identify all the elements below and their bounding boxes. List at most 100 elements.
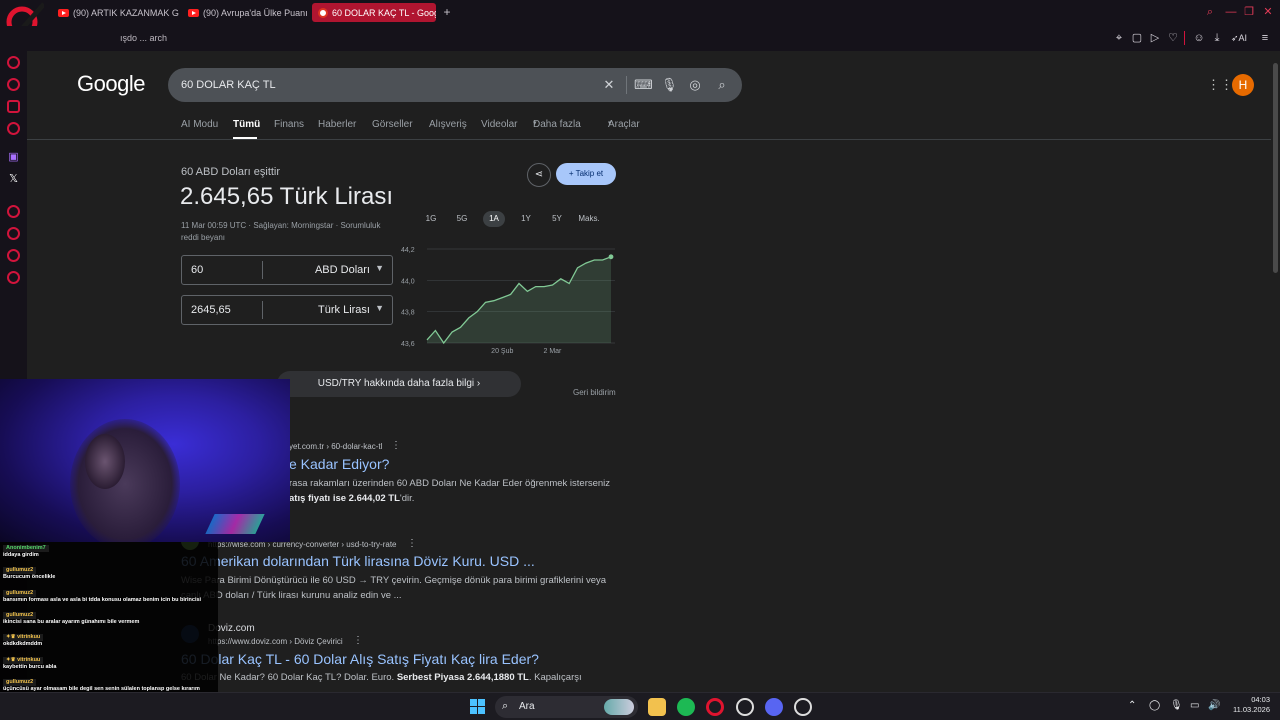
close-button[interactable]: ✕ (1261, 5, 1275, 19)
to-currency-field[interactable]: 2645,65 Türk Lirası ▼ (181, 295, 393, 325)
range-max[interactable]: Maks. (576, 211, 602, 227)
tab-images[interactable]: Görseller (372, 119, 413, 130)
result-1-title[interactable]: e Kadar Ediyor? (289, 456, 389, 472)
search-icon[interactable]: ⌕ (714, 77, 730, 93)
chat-username: gullumuz2 (3, 590, 37, 597)
microphone-icon[interactable]: 🎙 (661, 77, 678, 93)
taskbar-search[interactable]: ⌕ Ara (495, 696, 638, 718)
tab-videos[interactable]: Videolar (481, 119, 518, 130)
network-icon[interactable]: ▭ (1190, 700, 1199, 711)
chat-text: bansımın forması asla ve asla bi tdda ko… (3, 597, 202, 603)
history-icon[interactable] (7, 227, 20, 240)
result-3-url[interactable]: https://www.doviz.com › Döviz Çevirici (208, 637, 343, 646)
player-sidebar-icon[interactable] (7, 205, 20, 218)
tab-news[interactable]: Haberler (318, 119, 356, 130)
maximize-button[interactable]: ❐ (1242, 5, 1256, 19)
to-amount-input[interactable]: 2645,65 (191, 304, 231, 316)
more-info-label: USD/TRY hakkında daha fazla bilgi (317, 378, 475, 389)
google-logo[interactable]: Google (77, 71, 145, 97)
instagram-icon[interactable] (7, 100, 20, 113)
webcam-keyboard (205, 514, 265, 534)
tray-overflow-icon[interactable]: ⌃ (1128, 700, 1136, 711)
profile-icon[interactable]: ☺ (1192, 31, 1206, 45)
windows-start-icon[interactable] (470, 699, 485, 714)
youtube-icon (188, 8, 199, 17)
more-options-icon[interactable]: ⋮ (353, 635, 363, 646)
search-box[interactable]: 60 DOLAR KAÇ TL ✕ ⌨ 🎙 ◎ ⌕ (168, 68, 742, 102)
result-2-snippet-line-1: Wise Para Birimi Dönüştürücü ile 60 USD … (181, 575, 607, 586)
opera-tab-icon (318, 7, 328, 18)
range-1d[interactable]: 1G (421, 211, 441, 227)
heart-icon[interactable]: ♡ (1166, 31, 1180, 45)
player-icon[interactable]: ▷ (1148, 31, 1162, 45)
pin-icon[interactable]: ⌖ (1112, 31, 1126, 45)
more-info-button[interactable]: USD/TRY hakkında daha fazla bilgi › (277, 371, 521, 397)
tab-finance[interactable]: Finans (274, 119, 304, 130)
search-input[interactable]: 60 DOLAR KAÇ TL (181, 79, 276, 91)
chat-username: gullumuz2 (3, 679, 37, 686)
more-options-icon[interactable]: ⋮ (391, 440, 401, 451)
whatsapp-icon[interactable] (7, 122, 20, 135)
opera-gx-icon[interactable] (706, 698, 724, 716)
range-1y[interactable]: 1Y (516, 211, 536, 227)
feedback-link[interactable]: Geri bildirim (573, 388, 616, 397)
discord-icon[interactable] (765, 698, 783, 716)
extensions-icon[interactable] (7, 249, 20, 262)
file-explorer-icon[interactable] (648, 698, 666, 716)
range-5d[interactable]: 5G (452, 211, 472, 227)
tab-1[interactable]: (90) ARTIK KAZANMAK G (52, 3, 180, 22)
start-tile (478, 699, 485, 706)
opera-tray-icon[interactable]: ◯ (1149, 700, 1160, 711)
result-3-title[interactable]: 60 Dolar Kaç TL - 60 Dolar Alış Satış Fi… (181, 651, 539, 667)
address-text[interactable]: ışdo ... arch (120, 33, 167, 43)
stream-chat: Anonimbenim7 iddaya girdim gullumuz2 Burcu… (0, 542, 218, 710)
search-tabs-icon[interactable]: ⌕ (1203, 5, 1217, 19)
from-unit-select[interactable]: ABD Doları (315, 264, 370, 276)
share-icon[interactable]: ⋖ (527, 163, 551, 187)
page-scrollbar[interactable] (1271, 51, 1280, 692)
chart-y-tick: 44,0 (401, 278, 415, 285)
range-1m[interactable]: 1A (483, 211, 505, 227)
settings-icon[interactable] (7, 271, 20, 284)
avatar[interactable]: H (1232, 74, 1254, 96)
exchange-rate-chart[interactable]: 43,6 43,8 44,0 44,2 20 Şub 2 Mar (397, 239, 617, 359)
google-apps-icon[interactable]: ⋮⋮ (1207, 78, 1233, 92)
steam-like-icon[interactable] (794, 698, 812, 716)
result-1-url[interactable]: yet.com.tr › 60-dolar-kac-tl (289, 442, 382, 451)
scrollbar-thumb[interactable] (1273, 63, 1278, 273)
system-clock[interactable]: 04:03 11.03.2026 (1226, 695, 1270, 715)
snapshot-icon[interactable]: ▢ (1130, 31, 1144, 45)
more-options-icon[interactable]: ⋮ (407, 538, 417, 549)
new-tab-button[interactable]: + (440, 5, 454, 19)
range-5y[interactable]: 5Y (547, 211, 567, 227)
minimize-button[interactable]: — (1224, 5, 1238, 19)
tab-ai-mode[interactable]: AI Modu (181, 119, 218, 130)
search-icon: ⌕ (502, 700, 509, 712)
x-icon[interactable]: 𝕏 (6, 172, 21, 185)
tab-3[interactable]: 60 DOLAR KAÇ TL - Goog (312, 3, 436, 22)
result-2-title[interactable]: 60 Amerikan dolarından Türk lirasına Döv… (181, 553, 535, 569)
twitch-icon[interactable]: ▣ (6, 150, 21, 163)
from-currency-field[interactable]: 60 ABD Doları ▼ (181, 255, 393, 285)
microphone-tray-icon[interactable]: 🎙 (1170, 700, 1183, 711)
download-icon[interactable]: ⤓ (1210, 31, 1224, 45)
tab-all[interactable]: Tümü (233, 119, 260, 130)
opera-icon[interactable] (736, 698, 754, 716)
search-highlight-icon (604, 699, 634, 715)
volume-icon[interactable]: 🔊 (1208, 700, 1220, 711)
tab-2[interactable]: (90) Avrupa'da Ülke Puanı (182, 3, 310, 22)
aria-icon[interactable] (7, 56, 20, 69)
menu-icon[interactable]: ≡ (1258, 31, 1272, 45)
messenger-icon[interactable] (7, 78, 20, 91)
clear-icon[interactable]: ✕ (601, 77, 617, 93)
to-unit-select[interactable]: Türk Lirası (318, 304, 370, 316)
tab-shopping[interactable]: Alışveriş (429, 119, 467, 130)
keyboard-icon[interactable]: ⌨ (634, 77, 653, 93)
tab-3-title: 60 DOLAR KAÇ TL - Goog (332, 7, 436, 18)
from-amount-input[interactable]: 60 (191, 264, 203, 276)
lens-icon[interactable]: ◎ (687, 77, 703, 93)
aria-ai-icon[interactable]: ➶AI (1228, 31, 1250, 45)
follow-button[interactable]: + Takip et (556, 163, 616, 185)
result-3-snippet: 60 Dolar Ne Kadar? 60 Dolar Kaç TL? Dola… (181, 670, 621, 685)
spotify-icon[interactable] (677, 698, 695, 716)
